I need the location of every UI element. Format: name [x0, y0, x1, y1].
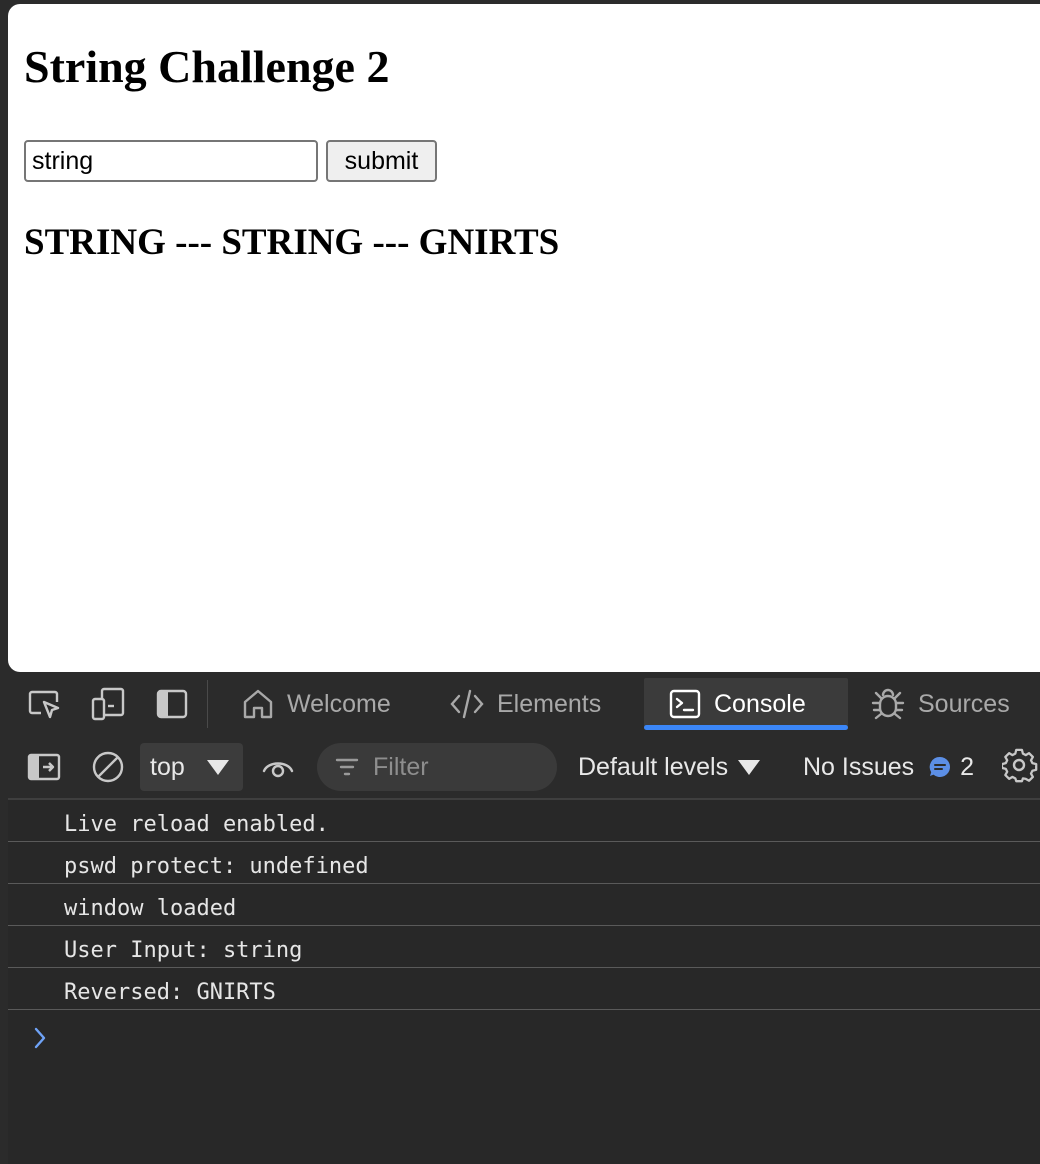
- tab-label: Elements: [497, 689, 602, 718]
- web-page: String Challenge 2 submit STRING --- STR…: [8, 4, 1040, 672]
- devtools-tab-bar: Welcome Elements Console Sources: [8, 672, 1040, 736]
- submit-button[interactable]: submit: [326, 140, 437, 182]
- tab-label: Console: [714, 689, 806, 718]
- console-output: Live reload enabled. pswd protect: undef…: [8, 800, 1040, 1164]
- tab-label: Sources: [918, 689, 1010, 718]
- tab-console[interactable]: Console: [644, 678, 848, 730]
- tab-label: Welcome: [287, 689, 391, 718]
- live-expression-eye-icon[interactable]: [260, 749, 296, 785]
- console-message: window loaded: [8, 884, 1040, 926]
- console-message: Reversed: GNIRTS: [8, 968, 1040, 1010]
- tab-welcome[interactable]: Welcome: [217, 678, 413, 730]
- console-message: User Input: string: [8, 926, 1040, 968]
- code-icon: [450, 689, 484, 719]
- settings-gear-icon[interactable]: [1002, 748, 1038, 784]
- page-title: String Challenge 2: [24, 41, 390, 92]
- toolbar-divider: [207, 680, 208, 728]
- bug-icon: [871, 688, 905, 720]
- chevron-down-icon: [738, 759, 761, 775]
- inspect-element-icon[interactable]: [26, 686, 62, 722]
- issues-counter[interactable]: No Issues 2: [803, 743, 974, 791]
- chevron-down-icon: [207, 760, 229, 775]
- context-selector[interactable]: top: [140, 743, 243, 791]
- console-message: Live reload enabled.: [8, 800, 1040, 842]
- filter-icon: [335, 758, 359, 776]
- issues-label: No Issues: [803, 752, 915, 781]
- levels-label: Default levels: [578, 752, 729, 781]
- tab-sources[interactable]: Sources: [846, 678, 1040, 730]
- message-badge-icon: [929, 756, 951, 777]
- dock-side-icon[interactable]: [154, 686, 190, 722]
- console-prompt-chevron-icon[interactable]: [32, 1026, 48, 1050]
- clear-console-icon[interactable]: [90, 749, 126, 785]
- result-text: STRING --- STRING --- GNIRTS: [24, 222, 560, 263]
- tab-elements[interactable]: Elements: [425, 678, 625, 730]
- console-message: pswd protect: undefined: [8, 842, 1040, 884]
- filter-input[interactable]: Filter: [317, 743, 557, 791]
- console-icon: [669, 689, 701, 719]
- console-toolbar: top Filter Default levels No Issues 2: [8, 736, 1040, 800]
- message-count: 2: [960, 752, 975, 781]
- context-value: top: [150, 752, 185, 781]
- device-emulation-icon[interactable]: [90, 686, 126, 722]
- log-levels-dropdown[interactable]: Default levels: [578, 743, 761, 791]
- home-icon: [243, 689, 273, 719]
- string-input[interactable]: [24, 140, 318, 182]
- sidebar-toggle-icon[interactable]: [26, 749, 62, 785]
- filter-placeholder: Filter: [373, 752, 429, 781]
